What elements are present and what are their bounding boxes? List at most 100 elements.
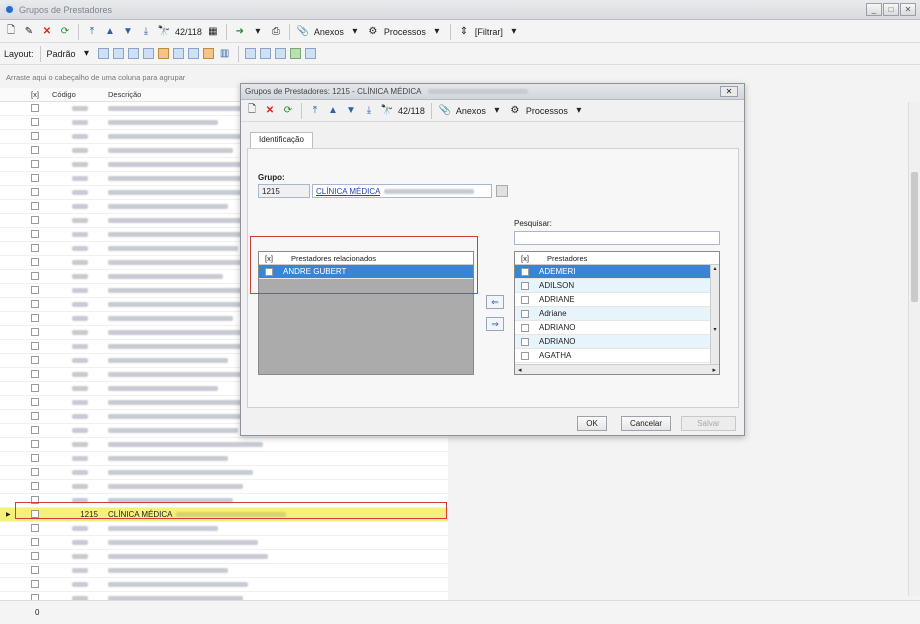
row-checkbox[interactable] [31,537,39,546]
list-item[interactable]: ADEMERI [515,265,711,279]
dialog-anexos-menu[interactable]: Anexos [456,106,486,116]
list-item-checkbox[interactable] [521,351,529,360]
table-row[interactable] [0,480,448,494]
chevron-down-icon[interactable]: ▾ [348,24,362,40]
export-icon[interactable]: ➜ [233,24,247,40]
list-horizontal-scrollbar[interactable]: ◂ ▸ [515,364,719,374]
row-checkbox[interactable] [31,173,39,182]
refresh-icon[interactable]: ⟳ [58,24,72,40]
row-checkbox[interactable] [31,299,39,308]
layout-save-icon[interactable] [97,48,109,59]
column-header-code[interactable]: Código [48,90,104,99]
chevron-down-icon[interactable]: ▾ [80,46,94,62]
group-code-field[interactable]: 1215 [258,184,310,198]
layout-filter-icon[interactable] [187,48,199,59]
row-checkbox[interactable] [31,159,39,168]
next-record-icon[interactable]: ▼ [121,24,135,40]
layout-copy-icon[interactable] [112,48,124,59]
row-checkbox[interactable] [31,425,39,434]
row-checkbox[interactable] [31,271,39,280]
row-checkbox[interactable] [31,229,39,238]
row-checkbox[interactable] [31,439,39,448]
row-checkbox[interactable] [31,327,39,336]
table-row[interactable] [0,466,448,480]
table-row[interactable] [0,564,448,578]
layout-pin-icon[interactable] [157,48,169,59]
row-checkbox[interactable] [31,131,39,140]
filter-icon[interactable]: ⇕ [457,24,471,40]
row-checkbox[interactable] [31,355,39,364]
minimize-button[interactable]: _ [866,3,882,16]
row-checkbox[interactable] [31,397,39,406]
row-checkbox[interactable] [31,341,39,350]
print-icon[interactable]: ⎙ [269,24,283,40]
list-item[interactable]: ADILSON [515,279,711,293]
add-prestador-button[interactable]: ⇐ [486,295,504,309]
list-item-checkbox[interactable] [521,295,529,304]
row-checkbox[interactable] [31,579,39,588]
attachment-icon[interactable]: 📎 [438,103,452,119]
row-checkbox[interactable] [31,453,39,462]
filter-menu[interactable]: [Filtrar] [475,27,503,37]
previous-record-icon[interactable]: ▲ [103,24,117,40]
dropdown-arrow-icon[interactable]: ▾ [251,24,265,40]
last-record-icon[interactable]: ⤓ [362,103,376,119]
last-record-icon[interactable]: ⤓ [139,24,153,40]
row-checkbox[interactable] [31,565,39,574]
table-row[interactable] [0,452,448,466]
process-icon[interactable]: ⚙ [366,24,380,40]
row-checkbox[interactable] [31,257,39,266]
first-record-icon[interactable]: ⤒ [85,24,99,40]
next-record-icon[interactable]: ▼ [344,103,358,119]
row-checkbox[interactable] [31,103,39,112]
row-checkbox[interactable] [31,313,39,322]
layout-columns-icon[interactable] [127,48,139,59]
group-name-field[interactable]: CLÍNICA MÉDICA [312,184,492,198]
grid-scrollbar[interactable] [908,102,920,596]
list-item-checkbox[interactable] [521,337,529,346]
refresh-icon[interactable]: ⟳ [281,103,295,119]
layout-select[interactable]: Padrão [47,49,76,59]
layout-view2-icon[interactable] [259,48,271,59]
list-item[interactable]: AGATHA [515,349,711,363]
dialog-processos-menu[interactable]: Processos [526,106,568,116]
table-row[interactable] [0,578,448,592]
row-checkbox[interactable] [31,145,39,154]
chevron-down-icon[interactable]: ▾ [507,24,521,40]
row-checkbox[interactable] [31,243,39,252]
layout-view1-icon[interactable] [244,48,256,59]
maximize-button[interactable]: □ [883,3,899,16]
search-input[interactable] [514,231,720,245]
dialog-close-button[interactable]: ✕ [720,86,738,97]
list-item-checkbox[interactable] [521,267,529,276]
row-checkbox[interactable] [31,383,39,392]
new-icon[interactable]: 🗋 [245,103,259,119]
attachment-icon[interactable]: 📎 [296,24,310,40]
processos-menu[interactable]: Processos [384,27,426,37]
ok-button[interactable]: OK [577,416,607,431]
delete-icon[interactable]: ✕ [263,103,277,119]
row-checkbox[interactable] [31,551,39,560]
previous-record-icon[interactable]: ▲ [326,103,340,119]
row-checkbox[interactable] [31,467,39,476]
remove-prestador-button[interactable]: ⇒ [486,317,504,331]
row-checkbox[interactable] [31,285,39,294]
list-item[interactable]: Adriane [515,307,711,321]
binoculars-icon[interactable]: 🔭 [157,24,171,40]
binoculars-icon[interactable]: 🔭 [380,103,394,119]
column-header-check[interactable]: [x] [22,90,48,99]
chart-icon[interactable]: ▥ [218,46,232,62]
layout-view3-icon[interactable] [274,48,286,59]
delete-icon[interactable]: ✕ [40,24,54,40]
prestadores-list[interactable]: [x] Prestadores ADEMERI ADILSON ADRIANE Adr… [514,251,720,375]
edit-icon[interactable]: ✎ [22,24,36,40]
tab-identificacao[interactable]: Identificação [250,132,313,148]
row-checkbox[interactable] [31,523,39,532]
row-checkbox[interactable] [31,187,39,196]
group-name-link[interactable]: CLÍNICA MÉDICA [316,187,380,196]
save-button[interactable]: Salvar [681,416,736,431]
chevron-down-icon[interactable]: ▾ [430,24,444,40]
new-icon[interactable]: 🗋 [4,24,18,40]
process-icon[interactable]: ⚙ [508,103,522,119]
close-button[interactable]: ✕ [900,3,916,16]
